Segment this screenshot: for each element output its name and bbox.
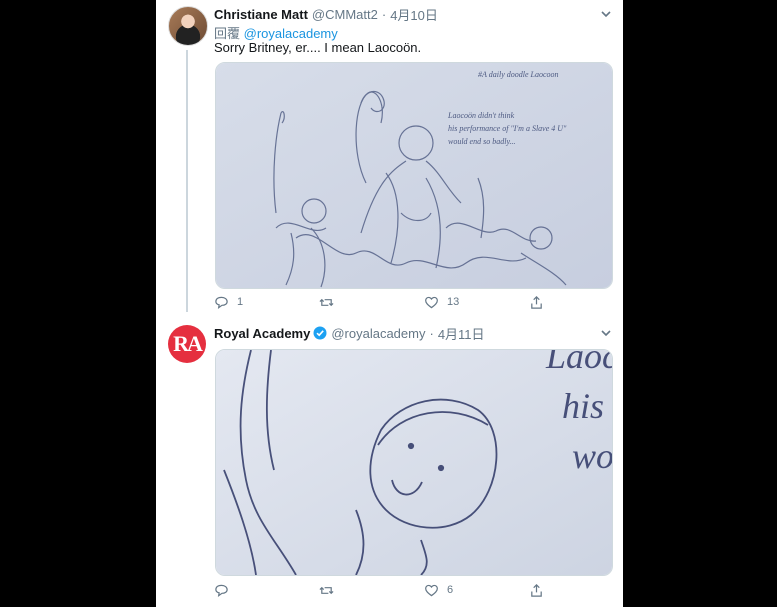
retweet-icon xyxy=(319,586,334,594)
image-note-line-1: #A daily doodle Laocoon xyxy=(478,70,559,79)
share-icon xyxy=(531,583,542,597)
share-button[interactable] xyxy=(529,295,544,310)
avatar[interactable] xyxy=(168,6,208,46)
reply-button[interactable]: 1 xyxy=(214,295,319,310)
image-note-line-3: his performance of "I'm a Slave 4 U" xyxy=(448,124,567,133)
share-icon xyxy=(531,295,542,309)
like-button[interactable]: 13 xyxy=(424,295,529,310)
like-icon xyxy=(425,296,438,308)
tweet-text: Sorry Britney, er.... I mean Laocoön. xyxy=(214,40,422,55)
retweet-button[interactable] xyxy=(319,295,424,310)
like-count: 6 xyxy=(447,584,454,596)
image-note-line-1: Laoc xyxy=(545,350,612,376)
reply-icon xyxy=(215,584,228,597)
retweet-button[interactable] xyxy=(319,583,424,598)
retweet-icon xyxy=(319,298,334,306)
timeline-panel: Christiane Matt @CMMatt2 · 4月10日 回覆 @roy… xyxy=(156,0,623,607)
image-note-line-3: wo xyxy=(572,436,612,476)
display-name[interactable]: Royal Academy xyxy=(214,326,310,341)
verified-badge-icon xyxy=(313,326,327,340)
user-handle[interactable]: @royalacademy xyxy=(331,326,425,341)
reply-icon xyxy=(215,296,228,309)
reply-button[interactable] xyxy=(214,583,319,598)
user-handle[interactable]: @CMMatt2 xyxy=(312,7,378,22)
tweet-header: Christiane Matt @CMMatt2 · 4月10日 xyxy=(214,5,438,23)
image-note-line-2: his xyxy=(562,386,604,426)
like-button[interactable]: 6 xyxy=(424,583,529,598)
tweet-actions: 1 13 xyxy=(214,293,554,311)
chevron-down-icon[interactable] xyxy=(599,326,613,340)
avatar[interactable]: RA xyxy=(168,325,206,363)
reply-to-link[interactable]: @royalacademy xyxy=(244,26,338,41)
like-count: 13 xyxy=(447,296,460,308)
doodle-closeup-image: Laoc his wo xyxy=(216,350,612,575)
tweet-date[interactable]: 4月11日 xyxy=(438,324,485,343)
image-note-line-2: Laocoön didn't think xyxy=(447,111,515,120)
image-note-line-4: would end so badly... xyxy=(448,137,516,146)
screenshot-canvas: Christiane Matt @CMMatt2 · 4月10日 回覆 @roy… xyxy=(0,0,777,607)
display-name[interactable]: Christiane Matt xyxy=(214,7,308,22)
chevron-down-icon[interactable] xyxy=(599,7,613,21)
separator-dot: · xyxy=(429,325,434,341)
reply-prefix: 回覆 xyxy=(214,26,241,41)
tweet-image[interactable]: Laoc his wo xyxy=(215,349,613,576)
tweet-image[interactable]: #A daily doodle Laocoon Laocoön didn't t… xyxy=(215,62,613,289)
like-icon xyxy=(425,584,438,596)
tweet-christiane-matt[interactable]: Christiane Matt @CMMatt2 · 4月10日 回覆 @roy… xyxy=(156,0,623,315)
share-button[interactable] xyxy=(529,583,544,598)
tweet-actions: 6 xyxy=(214,581,554,599)
separator-dot: · xyxy=(381,6,387,22)
tweet-date[interactable]: 4月10日 xyxy=(390,5,438,24)
tweet-royal-academy[interactable]: RA Royal Academy @royalacademy · 4月11日 L… xyxy=(156,315,623,607)
tweet-header: Royal Academy @royalacademy · 4月11日 xyxy=(214,324,485,342)
doodle-sketch-image: #A daily doodle Laocoon Laocoön didn't t… xyxy=(216,63,612,288)
reply-count: 1 xyxy=(237,296,244,308)
